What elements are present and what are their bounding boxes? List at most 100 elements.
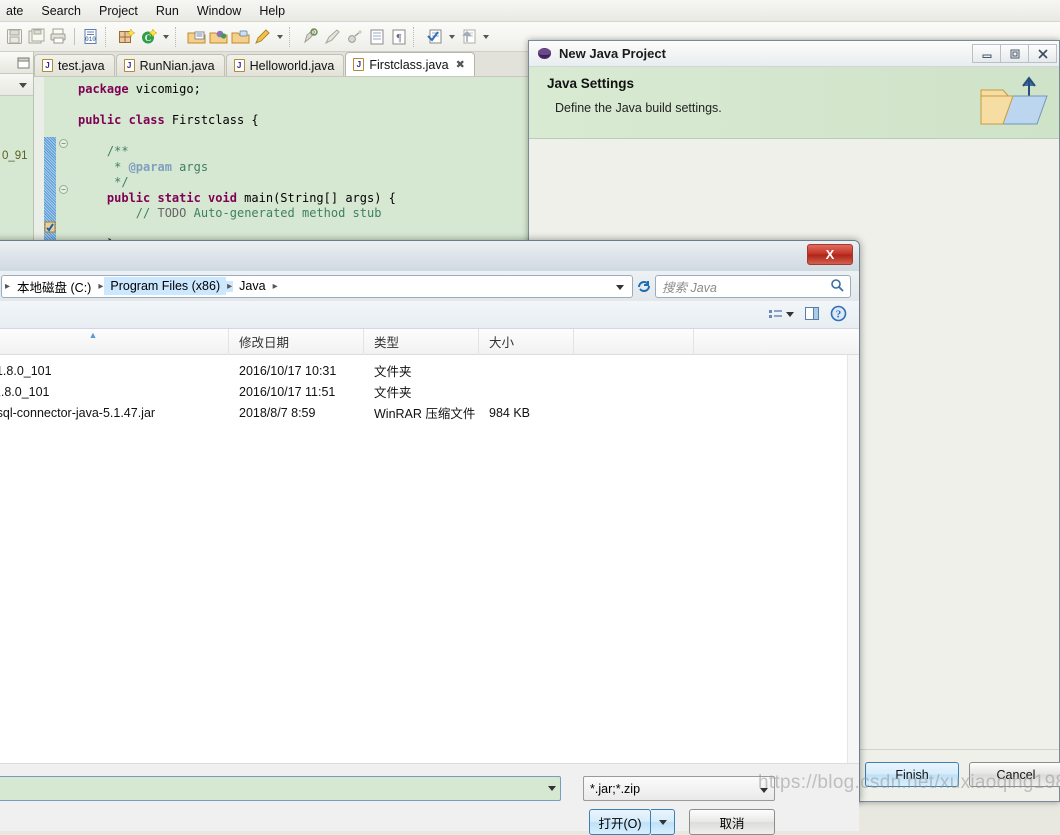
run-last-icon[interactable]	[344, 26, 365, 47]
column-header-size[interactable]: 大小	[479, 328, 574, 355]
file-dialog-body: 名称 ▲ 修改日期 类型 大小 jdk1.8.0_101 2016/10/17 …	[0, 328, 859, 763]
menu-item-search[interactable]: Search	[32, 2, 90, 20]
new-java-project-icon[interactable]	[116, 26, 137, 47]
breadcrumb-item-program-files[interactable]: Program Files (x86)	[104, 277, 227, 295]
table-row[interactable]: jdk1.8.0_101 2016/10/17 10:31 文件夹	[0, 360, 859, 381]
filename-input[interactable]	[0, 776, 561, 801]
java-file-icon: J	[353, 58, 365, 71]
view-list-icon[interactable]	[768, 308, 794, 322]
file-date: 2016/10/17 10:31	[239, 363, 337, 378]
chevron-down-icon[interactable]	[480, 27, 491, 47]
editor-tab-runnian-java[interactable]: J RunNian.java	[115, 54, 225, 76]
previous-annotation-icon[interactable]	[458, 26, 479, 47]
table-row[interactable]: mysql-connector-java-5.1.47.jar 2018/8/7…	[0, 402, 859, 423]
java-file-icon: J	[233, 59, 245, 72]
button-label: Finish	[895, 767, 929, 782]
show-whitespace-icon[interactable]: ¶	[388, 26, 409, 47]
menu-item-help[interactable]: Help	[250, 2, 294, 20]
save-all-icon[interactable]	[26, 26, 47, 47]
eclipse-icon	[538, 48, 551, 59]
file-type: 文件夹	[374, 386, 412, 400]
refresh-icon[interactable]	[633, 275, 655, 297]
editor-annotation-ruler	[44, 77, 56, 250]
menu-item-project[interactable]: Project	[90, 2, 147, 20]
svg-text:010: 010	[85, 36, 96, 43]
chevron-right-icon[interactable]: ▸	[97, 281, 104, 292]
editor-tab-helloworld-java[interactable]: J Helloworld.java	[225, 54, 345, 76]
new-class-icon[interactable]: C	[138, 26, 159, 47]
column-header-type[interactable]: 类型	[364, 328, 479, 355]
next-annotation-icon[interactable]	[424, 26, 445, 47]
chevron-right-icon[interactable]: ▸	[226, 280, 234, 292]
chevron-down-icon[interactable]	[543, 777, 560, 800]
menu-item-run[interactable]: Run	[147, 2, 188, 20]
package-explorer-panel: 0_91	[0, 52, 34, 250]
close-icon[interactable]: ✖	[456, 58, 465, 71]
preview-pane-icon[interactable]	[804, 306, 820, 324]
chevron-down-icon[interactable]	[160, 27, 171, 47]
breadcrumb-item-java[interactable]: Java	[233, 277, 271, 295]
chevron-down-icon[interactable]	[446, 27, 457, 47]
editor-tab-firstclass-java[interactable]: J Firstclass.java ✖	[345, 52, 475, 76]
fold-toggle-icon[interactable]: −	[59, 139, 68, 148]
external-tools-icon[interactable]	[322, 26, 343, 47]
search-input[interactable]: 搜索 Java	[655, 274, 851, 298]
editor-tab-label: Firstclass.java	[369, 57, 449, 72]
save-icon[interactable]	[4, 26, 25, 47]
package-explorer-tree[interactable]: 0_91	[0, 96, 33, 250]
editor-tab-label: Helloworld.java	[249, 58, 335, 73]
open-resource-icon[interactable]	[208, 26, 229, 47]
toggle-block-selection-icon[interactable]	[366, 26, 387, 47]
source-editor[interactable]: − − package vicomigo; public class First…	[34, 76, 530, 251]
open-type-icon[interactable]	[186, 26, 207, 47]
file-type: WinRAR 压缩文件	[374, 407, 476, 421]
editor-tab-bar: J test.java J RunNian.java J Helloworld.…	[34, 52, 530, 76]
maximize-icon[interactable]	[1000, 44, 1029, 63]
editor-folding-ruler[interactable]: − −	[56, 77, 72, 250]
editor-tab-test-java[interactable]: J test.java	[34, 54, 115, 76]
file-list-scrollbar[interactable]	[847, 355, 859, 763]
package-explorer-viewmenu[interactable]	[0, 74, 33, 96]
address-bar[interactable]: ▸ 本地磁盘 (C:) ▸ Program Files (x86) ▸ Java…	[1, 274, 633, 298]
finish-button[interactable]: Finish	[865, 762, 959, 787]
file-dialog-toolbar: ?	[0, 301, 859, 329]
chevron-down-icon[interactable]	[760, 782, 768, 796]
menu-bar: ate Search Project Run Window Help	[0, 0, 1060, 22]
open-button[interactable]: 打开(O)	[589, 809, 651, 835]
source-code-text[interactable]: package vicomigo; public class Firstclas…	[72, 77, 530, 251]
close-icon[interactable]	[1028, 44, 1057, 63]
fold-toggle-icon[interactable]: −	[59, 185, 68, 194]
table-row[interactable]: jre1.8.0_101 2016/10/17 11:51 文件夹	[0, 381, 859, 402]
search-icon[interactable]	[830, 278, 844, 295]
column-header-name[interactable]: 名称 ▲	[0, 328, 229, 355]
file-cancel-button[interactable]: 取消	[689, 809, 775, 835]
minimize-icon[interactable]	[972, 44, 1001, 63]
file-type-filter-select[interactable]: *.jar;*.zip	[583, 776, 775, 801]
cancel-button[interactable]: Cancel	[969, 762, 1060, 787]
menu-item-window[interactable]: Window	[188, 2, 250, 20]
menu-item-ate[interactable]: ate	[4, 2, 32, 20]
file-list-pane[interactable]: 名称 ▲ 修改日期 类型 大小 jdk1.8.0_101 2016/10/17 …	[0, 328, 859, 763]
column-header-extra[interactable]	[574, 328, 694, 355]
toolbar-separator	[175, 26, 182, 47]
address-dropdown-icon[interactable]	[610, 279, 630, 293]
sort-ascending-icon: ▲	[88, 329, 98, 340]
chevron-down-icon[interactable]	[274, 27, 285, 47]
close-icon[interactable]: X	[807, 244, 853, 265]
help-icon[interactable]: ?	[830, 305, 847, 325]
open-task-icon[interactable]	[230, 26, 251, 47]
toolbar-separator	[105, 26, 112, 47]
column-header-date[interactable]: 修改日期	[229, 328, 364, 355]
toggle-mark-occurrences-icon[interactable]: 010	[80, 26, 101, 47]
run-icon[interactable]	[252, 26, 273, 47]
debug-icon[interactable]	[300, 26, 321, 47]
file-list[interactable]: jdk1.8.0_101 2016/10/17 10:31 文件夹 jre1.8…	[0, 355, 859, 423]
filter-value: *.jar;*.zip	[590, 781, 641, 796]
file-dialog-footer: 名(N): *.jar;*.zip 打开(O) 取消	[0, 763, 859, 835]
print-icon[interactable]	[48, 26, 69, 47]
open-split-dropdown[interactable]	[651, 809, 675, 835]
toolbar-divider	[74, 28, 75, 45]
breadcrumb-item-local-disk[interactable]: 本地磁盘 (C:)	[11, 275, 97, 298]
chevron-right-icon[interactable]: ▸	[272, 281, 279, 292]
quickfix-marker-icon	[44, 221, 56, 233]
